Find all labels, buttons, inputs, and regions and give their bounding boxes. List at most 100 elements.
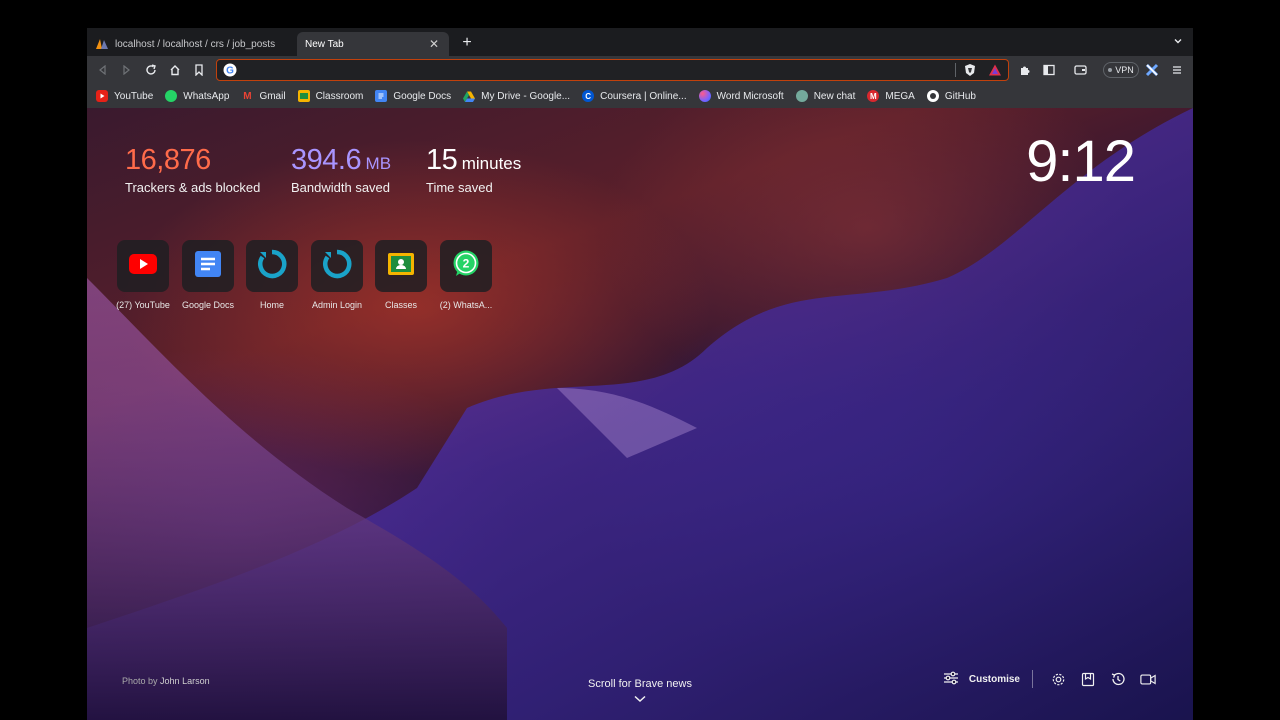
bookmark-label: My Drive - Google... [481,90,571,102]
brave-shields-icon[interactable] [963,63,977,82]
chatgpt-icon [795,90,808,102]
tile-label: (27) YouTube [116,300,170,310]
vpn-button[interactable]: VPN [1103,62,1139,78]
forward-button[interactable] [118,62,134,78]
scroll-news-label: Scroll for Brave news [588,678,692,690]
google-icon: G [223,63,237,82]
background-photo [87,108,1193,720]
bookmark-word-microsoft[interactable]: Word Microsoft [698,86,790,106]
bookmarks-bar: YouTube WhatsApp M Gmail Classroom Googl… [87,84,1193,108]
stat-value: 394.6 [291,144,362,176]
history-icon[interactable] [1110,671,1126,687]
bookmark-label: WhatsApp [183,90,230,102]
browser-window: localhost / localhost / crs / job_posts … [87,28,1193,720]
tab-localhost[interactable]: localhost / localhost / crs / job_posts [87,32,293,56]
top-site-youtube[interactable]: (27) YouTube [113,240,173,310]
bookmarks-icon[interactable] [1080,671,1096,687]
stat-trackers-blocked: 16,876 Trackers & ads blocked [125,144,260,195]
bookmark-button[interactable] [191,62,207,78]
whatsapp-icon: 2 [451,249,481,284]
divider [955,63,956,77]
home-button[interactable] [167,62,183,78]
x-extension-icon[interactable] [1144,62,1160,78]
top-site-classes[interactable]: Classes [371,240,431,310]
photo-credit-prefix: Photo by [122,676,158,686]
gear-icon[interactable] [1050,671,1066,687]
back-button[interactable] [95,62,111,78]
brave-rewards-icon[interactable] [988,63,1002,82]
youtube-icon [96,90,108,102]
tab-strip: localhost / localhost / crs / job_posts … [87,28,1193,56]
menu-icon[interactable] [1169,62,1185,78]
video-call-icon[interactable] [1140,671,1156,687]
bookmark-mega[interactable]: M MEGA [867,86,920,106]
new-tab-page: 16,876 Trackers & ads blocked 394.6 MB B… [87,108,1193,720]
stat-unit: MB [365,154,392,173]
bookmark-label: Classroom [315,90,364,102]
whatsapp-icon [165,90,178,102]
stat-value: 16,876 [125,144,211,176]
scroll-for-news[interactable]: Scroll for Brave news [565,678,715,706]
mega-icon: M [867,90,880,102]
toolbar: G VPN [87,56,1193,84]
bookmark-new-chat[interactable]: New chat [795,86,862,106]
bookmark-google-docs[interactable]: Google Docs [375,86,457,106]
tab-title: localhost / localhost / crs / job_posts [115,38,276,50]
top-site-home[interactable]: Home [242,240,302,310]
bookmark-label: GitHub [944,90,976,102]
tile-icon-box [311,240,363,292]
new-tab-button[interactable]: + [459,35,475,51]
bookmark-whatsapp[interactable]: WhatsApp [165,86,235,106]
status-dot [1108,68,1113,72]
clock: 9:12 [1026,129,1136,194]
tile-icon-box [182,240,234,292]
stat-bandwidth-saved: 394.6 MB Bandwidth saved [291,144,391,195]
reload-button[interactable] [143,62,159,78]
tile-label: (2) WhatsA... [439,300,493,310]
tab-new-tab[interactable]: New Tab ✕ [297,32,449,56]
bookmark-label: MEGA [885,90,915,102]
stat-time-saved: 15 minutes Time saved [426,144,521,195]
top-site-admin-login[interactable]: Admin Login [307,240,367,310]
chevron-down-icon[interactable] [1171,36,1185,50]
coursera-icon: C [582,90,595,102]
bookmark-label: Google Docs [393,90,452,102]
extensions-icon[interactable] [1017,62,1033,78]
phpmyadmin-icon [95,37,109,51]
sidebar-icon[interactable] [1041,62,1057,78]
gmail-icon: M [243,90,252,102]
wallet-icon[interactable] [1072,62,1088,78]
youtube-icon [129,253,157,279]
drive-icon [463,90,476,102]
bookmark-github[interactable]: GitHub [926,86,982,106]
bookmark-youtube[interactable]: YouTube [96,86,159,106]
chevron-down-icon [565,694,715,706]
docs-icon [194,250,222,283]
bookmark-coursera[interactable]: C Coursera | Online... [582,86,693,106]
sliders-icon [943,671,959,688]
top-site-google-docs[interactable]: Google Docs [178,240,238,310]
refresh-logo-icon [257,249,287,284]
bookmark-label: Coursera | Online... [600,90,687,102]
stat-value: 15 [426,144,458,176]
photo-credit[interactable]: Photo by John Larson [122,676,210,686]
bookmark-classroom[interactable]: Classroom [297,86,370,106]
top-site-whatsapp[interactable]: 2 (2) WhatsA... [436,240,496,310]
tile-label: Classes [384,300,417,310]
address-bar[interactable]: G [216,59,1009,81]
address-input[interactable] [241,62,941,78]
svg-text:2: 2 [463,256,470,270]
word-icon [698,90,711,102]
tile-icon-box [246,240,298,292]
docs-icon [375,90,388,102]
classroom-icon [297,90,310,102]
bookmark-gmail[interactable]: M Gmail [241,86,291,106]
bookmark-label: New chat [813,90,856,102]
vpn-label: VPN [1115,65,1134,75]
customise-button[interactable]: Customise [943,670,1033,688]
tile-label: Google Docs [181,300,235,310]
tile-label: Admin Login [311,300,363,310]
ntp-controls: Customise [943,670,1163,688]
bookmark-my-drive[interactable]: My Drive - Google... [463,86,576,106]
close-icon[interactable]: ✕ [427,37,441,51]
